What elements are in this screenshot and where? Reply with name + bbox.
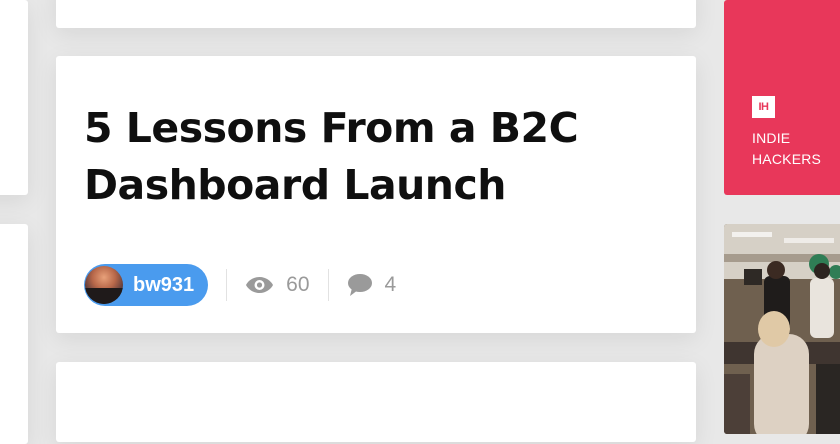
avatar[interactable] <box>85 266 123 304</box>
comment-icon <box>347 274 372 296</box>
cafe-photo-image <box>724 224 840 434</box>
post-title-line-2[interactable]: Dashboard Launch <box>84 161 506 209</box>
feed-card-left-top[interactable] <box>0 0 28 195</box>
sponsor-name-line-1: INDIE <box>752 130 791 146</box>
promo-photo[interactable] <box>724 224 840 434</box>
comment-count[interactable]: 4 <box>347 273 397 297</box>
indie-hackers-sponsor-card[interactable]: IH INDIE HACKERS <box>724 0 840 195</box>
author-badge[interactable]: bw931 <box>84 264 209 306</box>
feed-card-next[interactable] <box>56 362 696 442</box>
post-title-line-1[interactable]: 5 Lessons From a B2C <box>84 104 579 152</box>
feed-card-left-bottom[interactable] <box>0 224 28 444</box>
sponsor-name: INDIE HACKERS <box>752 128 840 170</box>
indie-hackers-logo-icon: IH <box>752 96 775 118</box>
post-title[interactable]: 5 Lessons From a B2C Dashboard Launch <box>84 100 644 214</box>
post-meta: bw931 60 4 <box>84 264 396 306</box>
comment-count-value[interactable]: 4 <box>385 273 397 297</box>
view-count: 60 <box>245 273 310 297</box>
eye-icon <box>246 277 274 293</box>
view-count-value: 60 <box>286 273 310 296</box>
meta-divider <box>327 269 329 301</box>
feed-card-previous[interactable] <box>56 0 696 28</box>
meta-divider <box>226 269 228 301</box>
post-card[interactable]: 5 Lessons From a B2C Dashboard Launch bw… <box>56 56 696 333</box>
author-name[interactable]: bw931 <box>133 274 194 297</box>
sponsor-name-line-2: HACKERS <box>752 151 822 167</box>
